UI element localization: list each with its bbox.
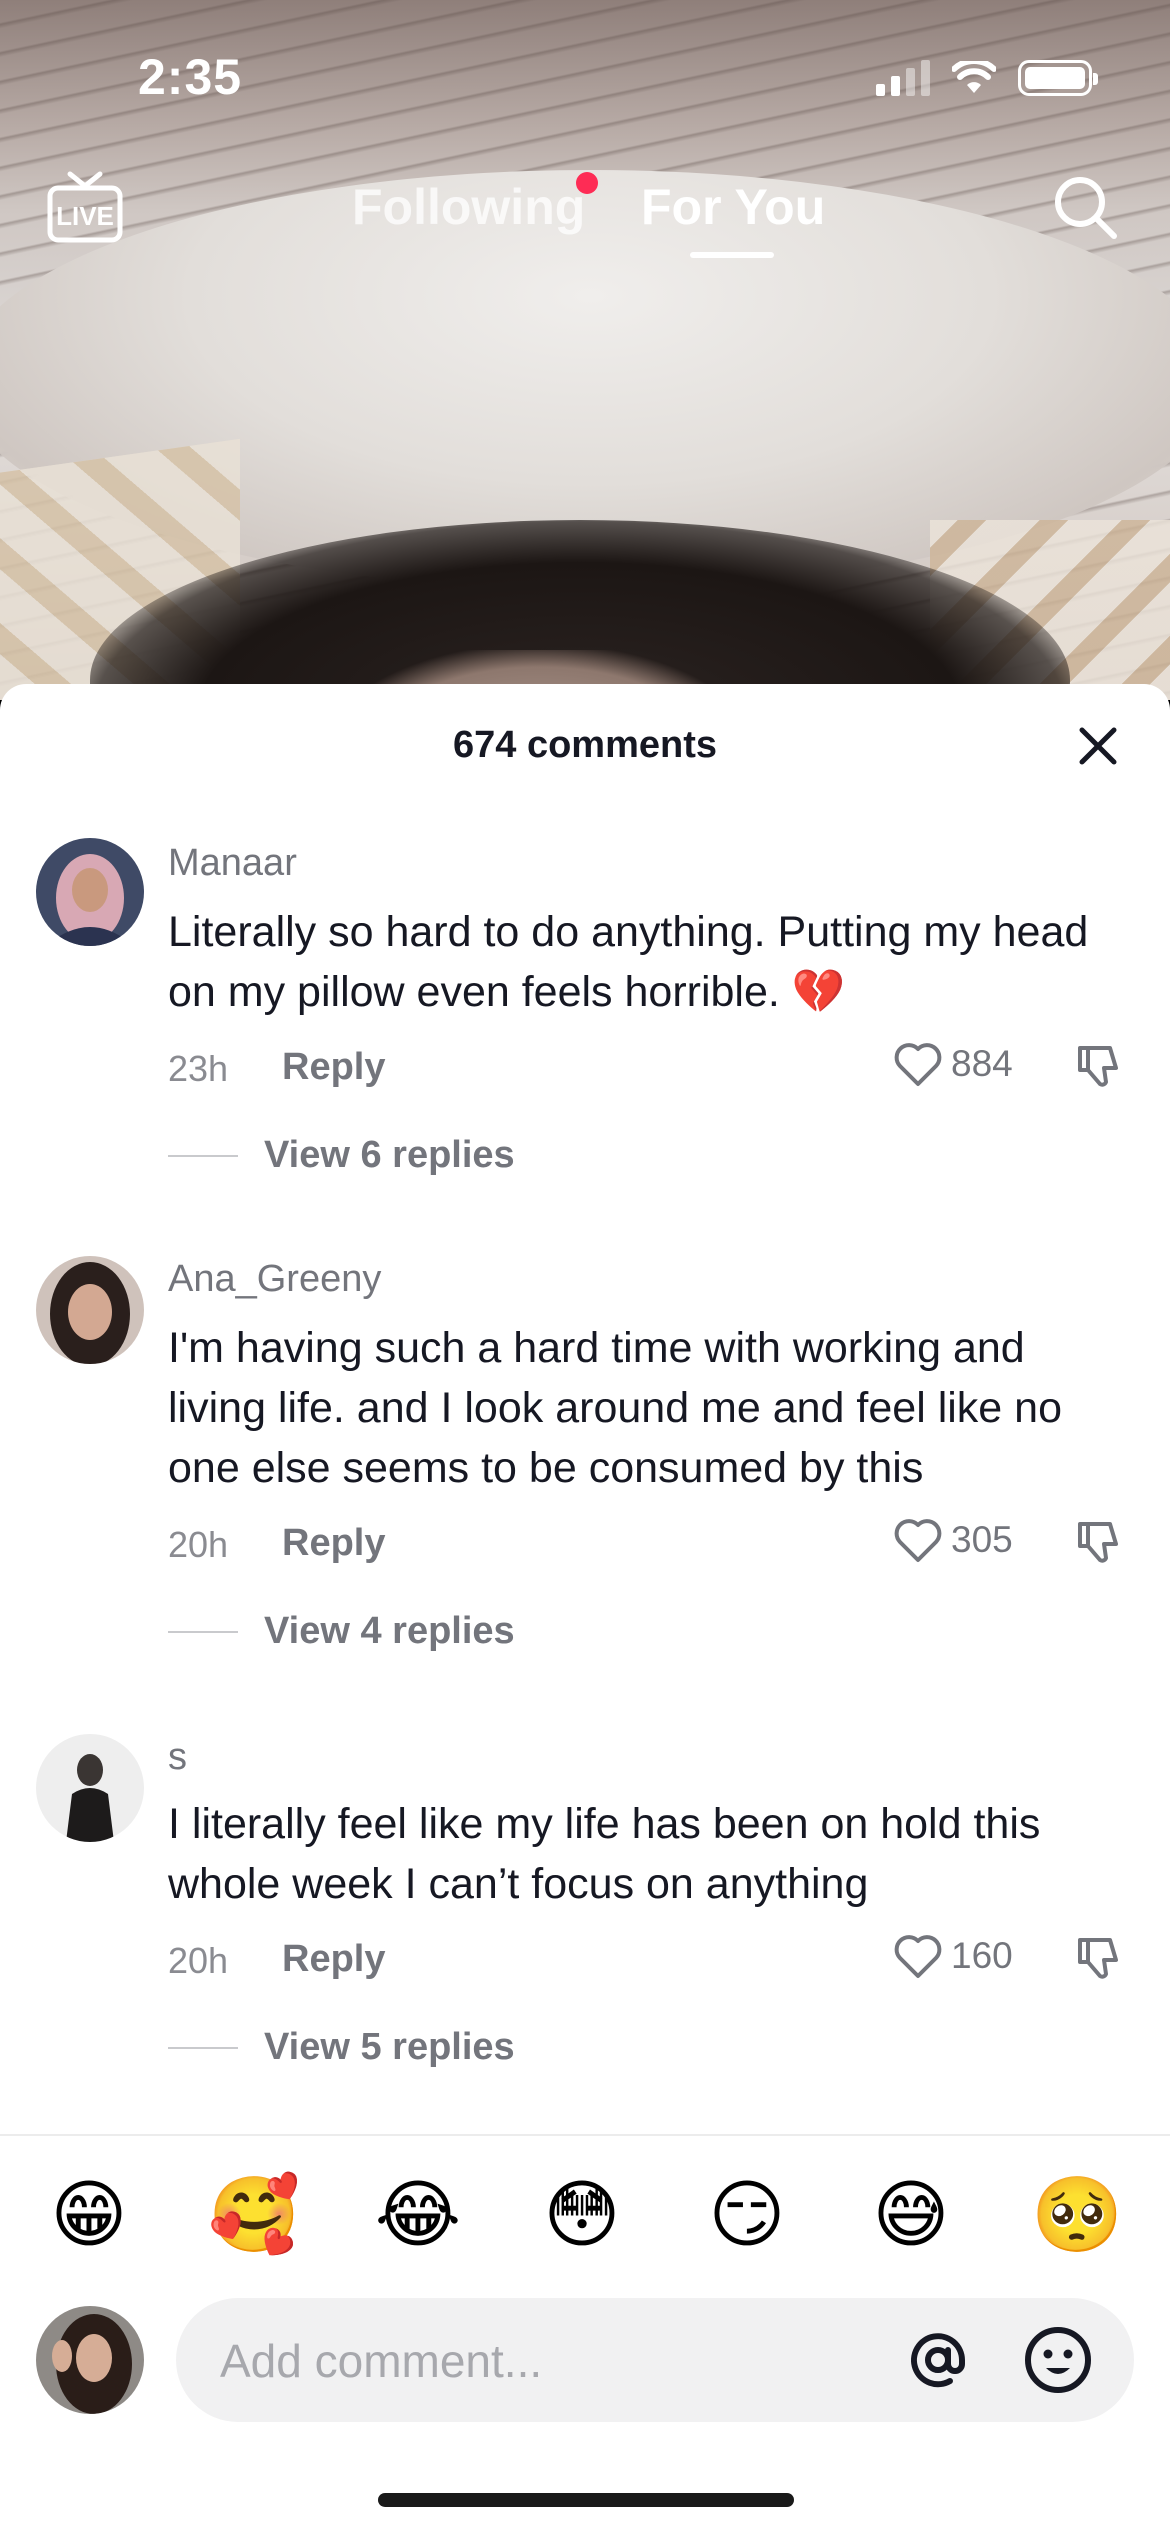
close-button[interactable]: [1072, 720, 1124, 772]
comment-timestamp: 23h: [168, 1048, 229, 1089]
cellular-signal-icon: [876, 60, 930, 96]
heart-icon: [894, 1519, 942, 1562]
like-count: 160: [951, 1935, 1013, 1976]
active-tab-indicator: [690, 252, 774, 258]
dislike-icon[interactable]: [1074, 1932, 1124, 1982]
wifi-icon: [952, 61, 996, 93]
emoji-grin-button[interactable]: 😁: [44, 2170, 134, 2260]
emoji-flushed-button[interactable]: 😳: [537, 2170, 627, 2260]
comments-count-title: 674 comments: [452, 724, 717, 766]
reply-button[interactable]: Reply: [282, 1938, 385, 1981]
current-user-avatar[interactable]: [36, 2306, 144, 2414]
reply-button[interactable]: Reply: [282, 1046, 385, 1089]
comment-username[interactable]: Manaar: [168, 842, 297, 885]
dislike-icon[interactable]: [1074, 1516, 1124, 1566]
comment-text: I'm having such a hard time with working…: [168, 1324, 1062, 1492]
heart-icon: [894, 1935, 942, 1978]
heart-icon: [894, 1043, 942, 1086]
comment-username[interactable]: s: [168, 1736, 187, 1779]
like-count: 305: [951, 1519, 1013, 1560]
close-icon: [1079, 727, 1117, 765]
view-replies-label: View 6 replies: [264, 1134, 515, 1176]
emoji-sweat-smile-button[interactable]: 😅: [866, 2170, 956, 2260]
tab-for-you[interactable]: For You: [641, 178, 825, 236]
battery-icon: [1018, 60, 1098, 96]
comment-input-placeholder: Add comment...: [220, 2335, 543, 2387]
comment-text: Literally so hard to do anything. Puttin…: [168, 908, 1089, 1016]
view-replies-button[interactable]: View 6 replies: [168, 1134, 515, 1177]
emoji-smirk-button[interactable]: 😏: [702, 2170, 792, 2260]
emoji-tears-of-joy-button[interactable]: 😂: [373, 2170, 463, 2260]
view-replies-button[interactable]: View 5 replies: [168, 2026, 515, 2069]
comment-timestamp: 20h: [168, 1940, 229, 1981]
avatar[interactable]: [36, 1256, 144, 1364]
like-button[interactable]: 305: [893, 1516, 1013, 1564]
mention-icon[interactable]: [902, 2324, 974, 2396]
live-label: LIVE: [56, 201, 114, 231]
reply-button[interactable]: Reply: [282, 1522, 385, 1565]
comment-username[interactable]: Ana_Greeny: [168, 1258, 381, 1301]
live-icon[interactable]: LIVE: [46, 170, 124, 244]
view-replies-button[interactable]: View 4 replies: [168, 1610, 515, 1653]
quick-emoji-bar: 😁 🥰 😂 😳 😏 😅 🥺: [0, 2170, 1170, 2260]
emoji-pleading-button[interactable]: 🥺: [1031, 2170, 1123, 2260]
emoji-hearts-button[interactable]: 🥰: [208, 2170, 300, 2260]
view-replies-label: View 5 replies: [264, 2026, 515, 2068]
view-replies-label: View 4 replies: [264, 1610, 515, 1652]
status-icons: [876, 58, 1098, 98]
status-time: 2:35: [138, 49, 243, 105]
replies-divider: [168, 1630, 238, 1633]
comment-timestamp: 20h: [168, 1524, 229, 1565]
avatar[interactable]: [36, 1734, 144, 1842]
comment-text: I literally feel like my life has been o…: [168, 1800, 1041, 1908]
following-notification-dot: [576, 172, 598, 194]
home-indicator[interactable]: [378, 2493, 794, 2507]
replies-divider: [168, 2046, 238, 2049]
like-button[interactable]: 160: [893, 1932, 1013, 1980]
input-divider: [0, 2134, 1170, 2136]
dislike-icon[interactable]: [1074, 1040, 1124, 1090]
like-button[interactable]: 884: [893, 1040, 1013, 1088]
tab-following[interactable]: Following: [352, 178, 585, 236]
avatar[interactable]: [36, 838, 144, 946]
replies-divider: [168, 1154, 238, 1157]
emoji-picker-icon[interactable]: [1022, 2324, 1094, 2396]
search-icon[interactable]: [1050, 172, 1120, 242]
like-count: 884: [951, 1043, 1013, 1084]
comment-input[interactable]: Add comment...: [176, 2298, 1134, 2422]
